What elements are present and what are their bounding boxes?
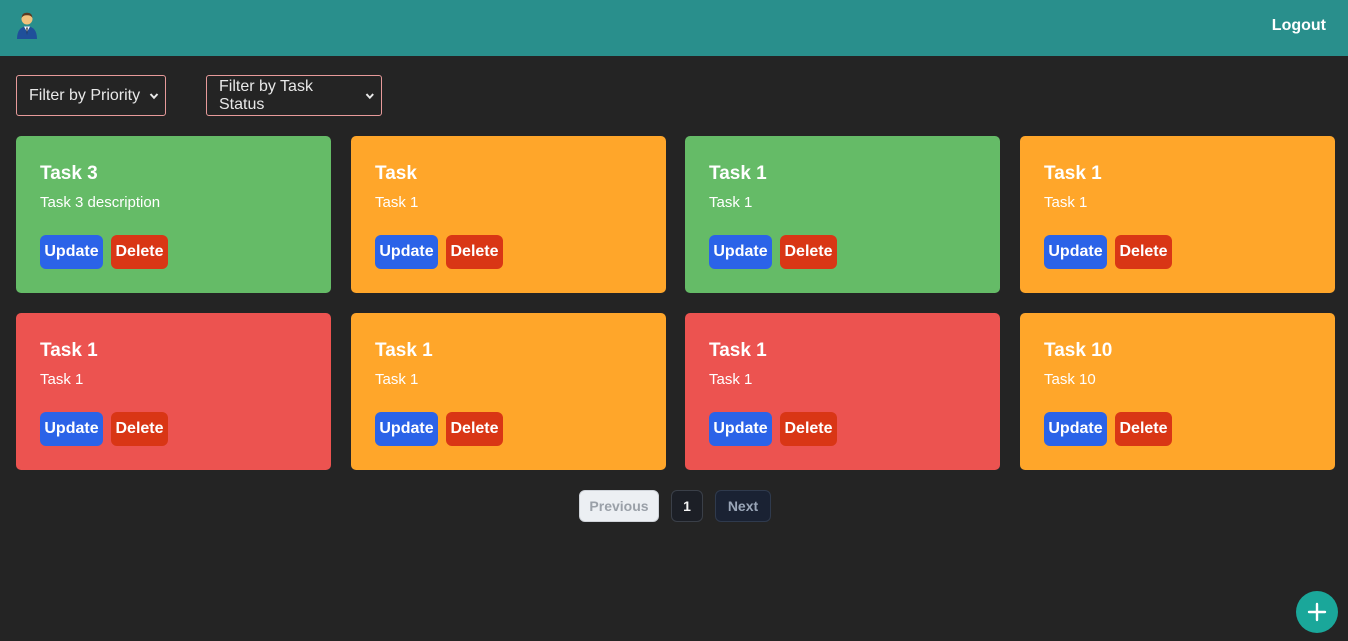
task-card: Task 10 Task 10 Update Delete — [1020, 313, 1335, 470]
update-task-button[interactable]: Update — [375, 412, 438, 446]
task-card: Task 1 Task 1 Update Delete — [685, 313, 1000, 470]
priority-filter-value: Filter by Priority — [29, 86, 141, 104]
task-description: Task 1 — [709, 194, 753, 211]
task-description: Task 1 — [375, 371, 419, 388]
task-card: Task Task 1 Update Delete — [351, 136, 666, 293]
chevron-down-icon — [149, 92, 159, 99]
update-task-button[interactable]: Update — [709, 412, 772, 446]
logout-button[interactable]: Logout — [1272, 17, 1326, 35]
delete-task-button[interactable]: Delete — [780, 412, 837, 446]
page-number-button[interactable]: 1 — [671, 490, 703, 522]
update-task-button[interactable]: Update — [40, 235, 103, 269]
next-page-button[interactable]: Next — [715, 490, 771, 522]
task-description: Task 3 description — [40, 194, 161, 211]
task-card: Task 1 Task 1 Update Delete — [1020, 136, 1335, 293]
update-task-button[interactable]: Update — [40, 412, 103, 446]
update-task-button[interactable]: Update — [1044, 235, 1107, 269]
task-description: Task 1 — [40, 371, 84, 388]
priority-filter-select[interactable]: Filter by Priority — [16, 75, 166, 116]
task-description: Task 1 — [375, 194, 419, 211]
delete-task-button[interactable]: Delete — [111, 235, 168, 269]
task-title: Task 10 — [1044, 340, 1113, 361]
previous-page-button[interactable]: Previous — [579, 490, 659, 522]
status-filter-select[interactable]: Filter by Task Status — [206, 75, 382, 116]
status-filter-value: Filter by Task Status — [219, 77, 313, 113]
delete-task-button[interactable]: Delete — [111, 412, 168, 446]
task-title: Task 1 — [709, 163, 767, 184]
plus-icon — [1307, 602, 1327, 622]
task-title: Task 1 — [40, 340, 98, 361]
task-card: Task 3 Task 3 description Update Delete — [16, 136, 331, 293]
task-title: Task 1 — [375, 340, 433, 361]
delete-task-button[interactable]: Delete — [446, 235, 503, 269]
delete-task-button[interactable]: Delete — [780, 235, 837, 269]
chevron-down-icon — [366, 92, 375, 99]
user-avatar-icon[interactable] — [14, 10, 40, 40]
add-task-button[interactable] — [1296, 591, 1338, 633]
task-card: Task 1 Task 1 Update Delete — [16, 313, 331, 470]
task-description: Task 1 — [1044, 194, 1088, 211]
task-title: Task 3 — [40, 163, 98, 184]
task-description: Task 1 — [709, 371, 753, 388]
top-navbar: Logout — [0, 0, 1348, 56]
task-description: Task 10 — [1044, 371, 1096, 388]
update-task-button[interactable]: Update — [1044, 412, 1107, 446]
task-title: Task 1 — [709, 340, 767, 361]
delete-task-button[interactable]: Delete — [1115, 412, 1172, 446]
task-title: Task — [375, 163, 417, 184]
update-task-button[interactable]: Update — [375, 235, 438, 269]
update-task-button[interactable]: Update — [709, 235, 772, 269]
delete-task-button[interactable]: Delete — [1115, 235, 1172, 269]
delete-task-button[interactable]: Delete — [446, 412, 503, 446]
task-card: Task 1 Task 1 Update Delete — [351, 313, 666, 470]
task-title: Task 1 — [1044, 163, 1102, 184]
task-card: Task 1 Task 1 Update Delete — [685, 136, 1000, 293]
